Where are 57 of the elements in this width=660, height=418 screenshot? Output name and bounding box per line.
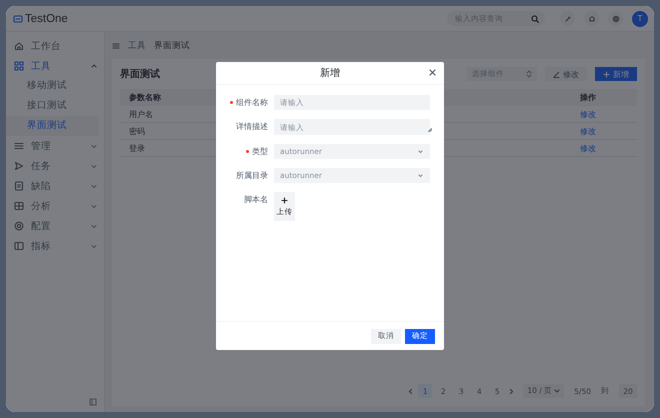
sidebar-item[interactable]: 指标	[6, 236, 104, 256]
add-button[interactable]: 新增	[595, 67, 637, 81]
resize-grip-icon	[428, 128, 432, 132]
table-cell: 密码	[120, 122, 208, 140]
bell-button[interactable]	[584, 11, 599, 26]
calendar-icon	[14, 201, 24, 211]
edit-link[interactable]: 修改	[571, 140, 637, 156]
collapse-icon[interactable]	[89, 398, 97, 406]
sidebar-item[interactable]: 管理	[6, 136, 104, 156]
sidebar-item[interactable]: 工作台	[6, 36, 104, 56]
edit-button[interactable]: 修改	[545, 67, 587, 81]
board-icon	[14, 241, 24, 251]
home-icon	[14, 41, 24, 51]
sidebar-item[interactable]: 工具	[6, 56, 104, 76]
table-cell: 用户名	[120, 106, 208, 122]
sidebar-item[interactable]: 分析	[6, 196, 104, 216]
logo-text: TestOne	[25, 12, 68, 24]
chevron-right-icon[interactable]	[508, 388, 516, 394]
wrench-icon	[564, 14, 572, 22]
sidebar-item[interactable]: 配置	[6, 216, 104, 236]
column-header: 参数名称	[120, 89, 208, 106]
list-icon	[14, 141, 24, 151]
grid-icon	[14, 61, 24, 71]
send-icon	[14, 161, 24, 171]
pencil-icon	[553, 70, 560, 78]
modal-title: 新增	[320, 66, 340, 80]
breadcrumb-item[interactable]: 界面测试	[154, 40, 190, 52]
sidebar-subitem[interactable]: 移动测试	[6, 76, 99, 96]
plus-icon	[603, 70, 610, 78]
gear-button[interactable]	[608, 11, 623, 26]
column-header: 操作	[571, 89, 637, 106]
breadcrumb-item[interactable]: 工具	[128, 40, 146, 52]
edit-link[interactable]: 修改	[571, 122, 637, 140]
card-title: 界面测试	[120, 68, 160, 81]
chevron-down-icon	[417, 172, 424, 179]
sidebar-subitem[interactable]: 接口测试	[6, 96, 99, 116]
gear-icon	[14, 221, 24, 231]
sort-icon	[526, 70, 532, 78]
bell-icon	[588, 14, 596, 22]
chevron-left-icon[interactable]	[407, 388, 414, 394]
chevron-down-icon	[417, 148, 424, 155]
table-cell: 登录	[120, 140, 208, 156]
close-button[interactable]	[429, 69, 436, 76]
sidebar-subitem[interactable]: 界面测试	[6, 116, 99, 136]
close-icon	[429, 69, 436, 76]
plus-icon	[281, 196, 288, 204]
sidebar-item[interactable]: 任务	[6, 156, 104, 176]
user-avatar[interactable]: T	[632, 10, 648, 26]
logo-icon	[13, 14, 23, 24]
edit-link[interactable]: 修改	[571, 106, 637, 122]
caret-icon	[554, 388, 560, 394]
gear-icon	[612, 14, 620, 22]
menu-icon[interactable]	[112, 42, 120, 50]
sidebar-item[interactable]: 缺陷	[6, 176, 104, 196]
wrench-button[interactable]	[560, 11, 575, 26]
search-icon	[531, 14, 539, 22]
document-icon	[14, 181, 24, 191]
